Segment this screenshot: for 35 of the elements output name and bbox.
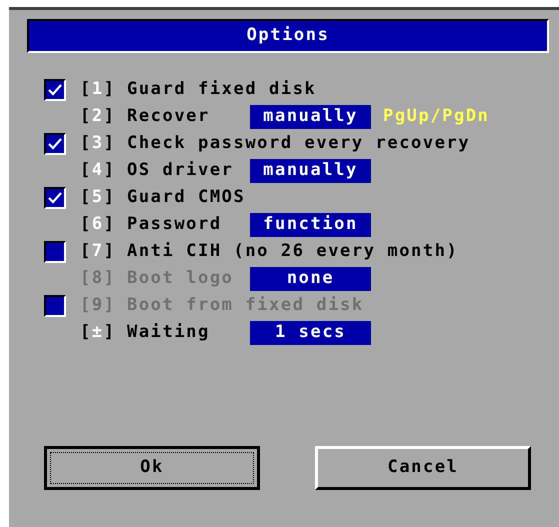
dialog-button[interactable]: Cancel — [315, 446, 531, 490]
checkmark-icon — [48, 192, 62, 204]
option-key: [5] — [80, 184, 127, 210]
option-key: [3] — [80, 130, 127, 156]
checkbox[interactable] — [44, 186, 66, 208]
option-key: [1] — [80, 76, 127, 102]
option-label: OS driver — [127, 158, 235, 182]
option-label: Check password every recovery — [127, 132, 470, 155]
option-label: Recover — [127, 104, 211, 128]
option-key: [9] — [80, 292, 127, 318]
option-key: [4] — [80, 158, 127, 184]
checkbox[interactable] — [44, 240, 66, 262]
option-value[interactable]: 1 secs — [250, 320, 371, 344]
option-value[interactable]: function — [250, 212, 371, 236]
key-hint: PgUp/PgDn — [383, 104, 490, 128]
checkmark-icon — [48, 138, 62, 150]
option-key: [8] — [80, 266, 127, 292]
option-label: Guard fixed disk — [127, 78, 316, 101]
option-label: Waiting — [127, 320, 211, 344]
option-value[interactable]: manually — [250, 104, 371, 128]
option-key: [6] — [80, 212, 127, 238]
checkbox[interactable] — [44, 78, 66, 100]
option-key: [±] — [80, 320, 127, 346]
dialog-button[interactable]: Ok — [44, 446, 260, 490]
option-label: Boot from fixed disk — [127, 294, 364, 317]
option-value[interactable]: manually — [250, 158, 371, 182]
window-title: Options — [27, 19, 549, 53]
option-label: Anti CIH (no 26 every month) — [127, 240, 458, 263]
option-label: Password — [127, 212, 223, 236]
checkbox[interactable] — [44, 132, 66, 154]
option-key: [7] — [80, 238, 127, 264]
option-key: [2] — [80, 104, 127, 130]
option-label: Guard CMOS — [127, 186, 246, 209]
option-label: Boot logo — [127, 266, 235, 290]
checkmark-icon — [48, 84, 62, 96]
